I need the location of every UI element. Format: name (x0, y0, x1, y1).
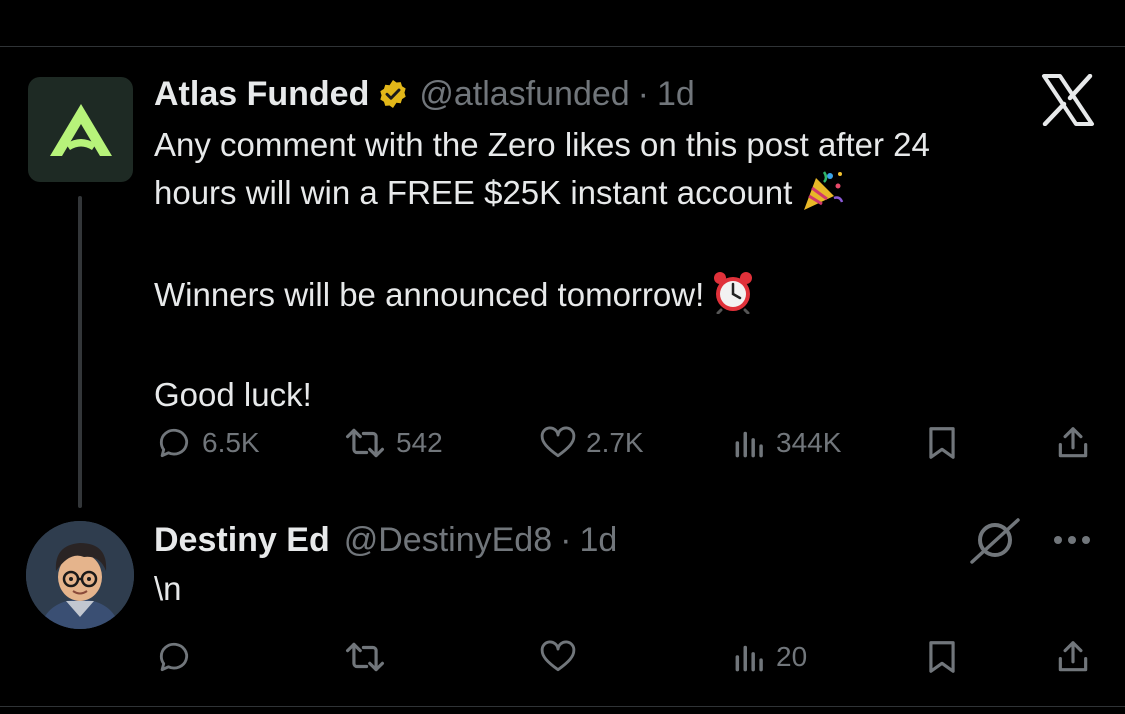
reply-actions: 20 (154, 637, 1094, 677)
atlas-funded-avatar[interactable] (28, 77, 133, 182)
thread-line (78, 196, 82, 508)
destiny-ed-avatar[interactable] (26, 521, 134, 629)
reply-views-button[interactable]: 20 (732, 637, 807, 677)
mute-conversation-icon[interactable] (968, 516, 1022, 564)
reply-icon (159, 642, 189, 672)
post-time[interactable]: 1d (657, 75, 695, 114)
reply-author-handle[interactable]: @DestinyEd8 (344, 521, 552, 560)
reply-views-count: 20 (776, 641, 808, 672)
reply-count: 6.5K (202, 427, 260, 458)
x-logo-icon (1042, 74, 1094, 126)
repost-icon (346, 428, 384, 458)
reply-text: \n (154, 570, 182, 607)
heart-icon (540, 640, 576, 672)
reply-share-button[interactable] (1054, 637, 1092, 677)
share-button[interactable] (1054, 423, 1092, 463)
post-text: Any comment with the Zero likes on this … (154, 122, 1054, 418)
post-line-2: hours will win a FREE $25K instant accou… (154, 174, 793, 211)
atlas-logo-icon (49, 103, 112, 156)
verified-badge-icon[interactable] (377, 78, 409, 110)
bottom-divider (0, 706, 1125, 707)
author-handle[interactable]: @atlasfunded (419, 75, 629, 114)
bookmark-button[interactable] (924, 423, 960, 463)
reply-icon (159, 428, 189, 458)
reply-header: Destiny Ed @DestinyEd8 · 1d (154, 518, 617, 562)
views-button[interactable]: 344K (732, 423, 841, 463)
repost-button[interactable]: 542 (342, 423, 443, 463)
bookmark-icon (929, 427, 955, 459)
views-count: 344K (776, 427, 842, 458)
reply-reply-button[interactable] (154, 637, 194, 677)
like-button[interactable]: 2.7K (538, 423, 644, 463)
more-options-icon[interactable] (1048, 528, 1096, 552)
reply-button[interactable]: 6.5K (154, 423, 260, 463)
reply-header-separator: · (560, 520, 572, 559)
views-chart-icon (735, 645, 763, 672)
post-line-4: Good luck! (154, 376, 312, 413)
post-header: Atlas Funded @atlasfunded · 1d (154, 72, 695, 116)
header-separator: · (637, 74, 649, 113)
reply-like-button[interactable] (538, 637, 578, 677)
cartoon-avatar-icon (26, 521, 134, 629)
share-icon (1058, 427, 1088, 458)
heart-icon (540, 426, 576, 458)
bookmark-icon (929, 641, 955, 673)
author-name[interactable]: Atlas Funded (154, 75, 369, 114)
views-chart-icon (735, 431, 763, 458)
top-divider (0, 46, 1125, 47)
repost-icon (346, 642, 384, 672)
post-line-3: Winners will be announced tomorrow! (154, 276, 705, 313)
post-line-1: Any comment with the Zero likes on this … (154, 126, 930, 163)
reply-time[interactable]: 1d (579, 521, 617, 560)
post-actions: 6.5K 542 2.7K 344K (154, 423, 1094, 463)
share-icon (1058, 641, 1088, 672)
reply-repost-button[interactable] (342, 637, 388, 677)
reply-bookmark-button[interactable] (924, 637, 960, 677)
reply-author-name[interactable]: Destiny Ed (154, 521, 330, 560)
repost-count: 542 (396, 427, 443, 458)
like-count: 2.7K (586, 427, 644, 458)
party-popper-icon (800, 168, 844, 224)
alarm-clock-icon (712, 270, 754, 326)
